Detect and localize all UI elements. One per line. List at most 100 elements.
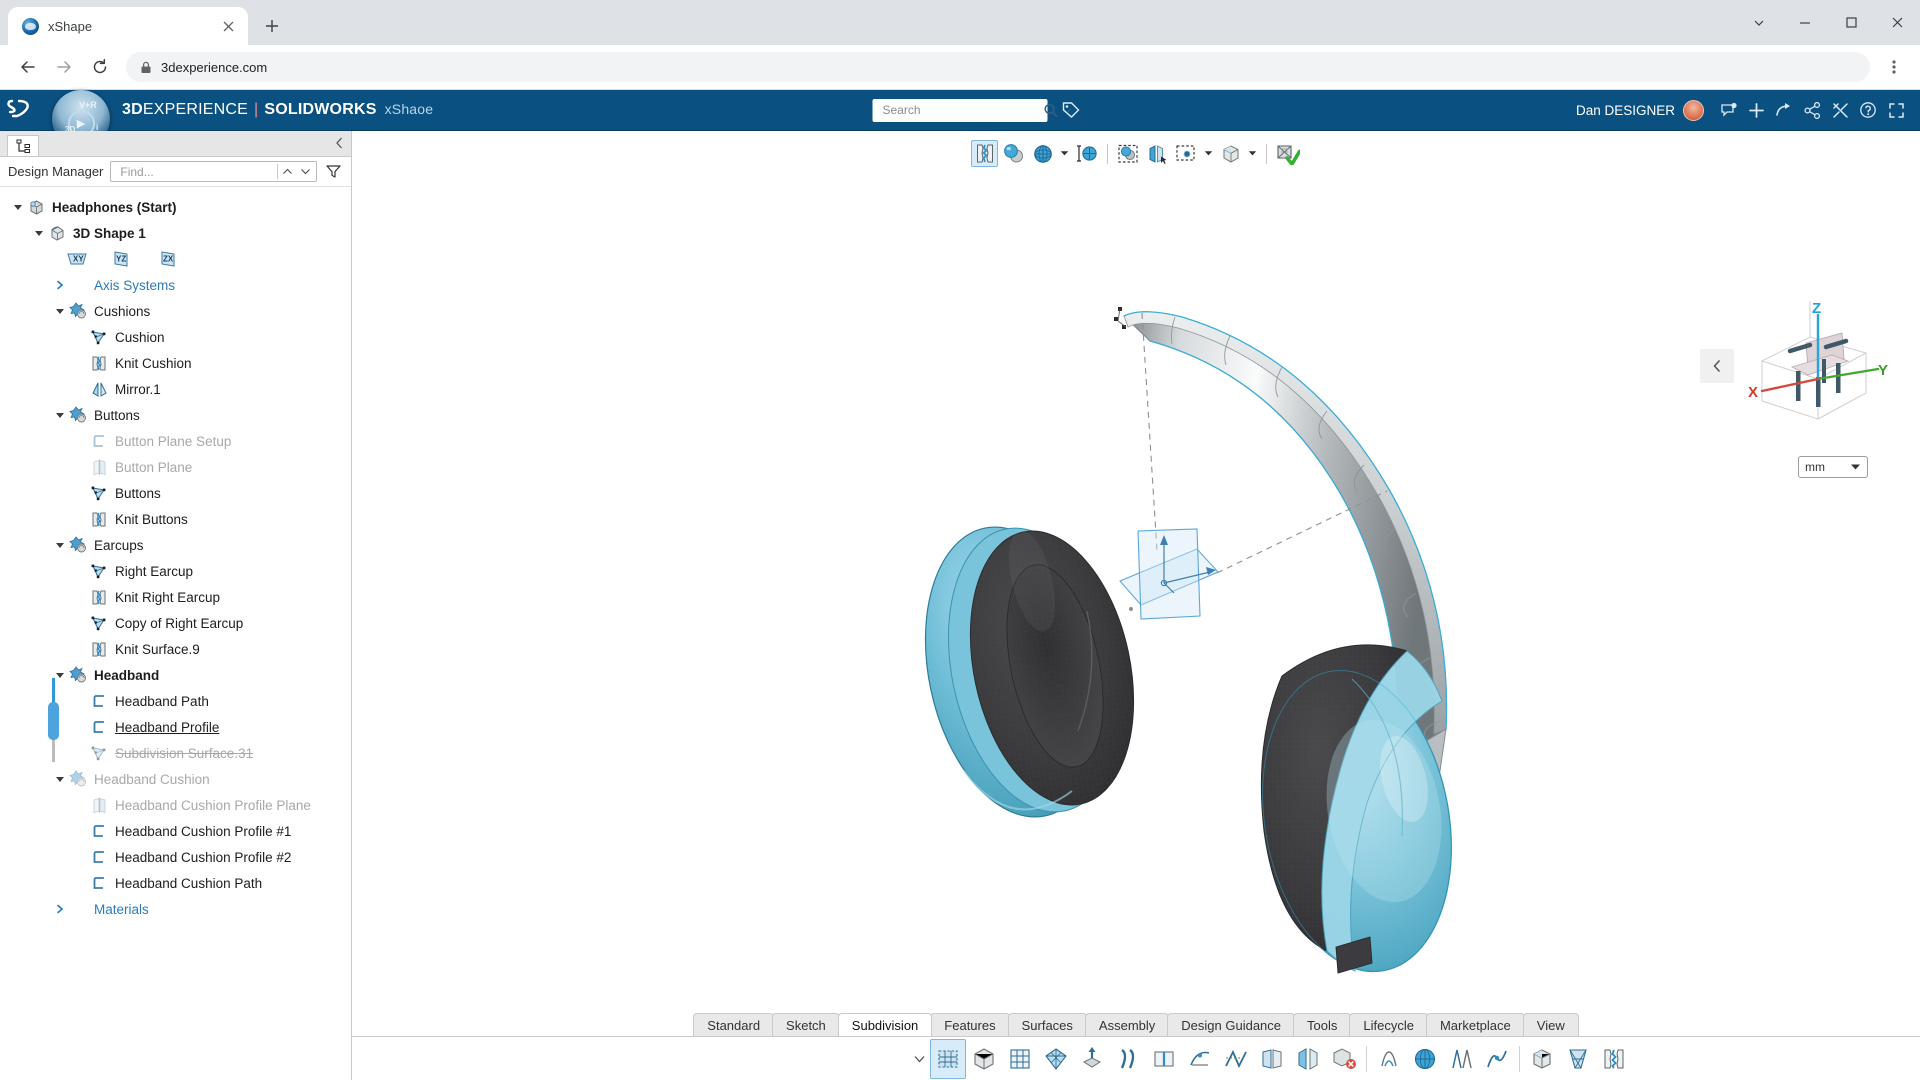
twisty-expanded-icon[interactable] xyxy=(31,228,46,238)
ribbon-tab-sketch[interactable]: Sketch xyxy=(772,1013,840,1036)
ribbon-tab-subdivision[interactable]: Subdivision xyxy=(838,1013,933,1036)
tree-item-subdivision-surface-31[interactable]: Subdivision Surface.31 xyxy=(0,740,351,766)
crease-tool[interactable] xyxy=(1218,1039,1254,1079)
add-icon[interactable] xyxy=(1742,96,1770,124)
units-select[interactable]: mm xyxy=(1798,456,1868,478)
3dexperience-compass-icon[interactable]: ▶ 3D i V+R xyxy=(46,90,112,131)
delete-face-tool[interactable] xyxy=(1326,1039,1362,1079)
twisty-collapsed-icon[interactable] xyxy=(52,280,67,290)
twisty-expanded-icon[interactable] xyxy=(52,774,67,784)
3ds-logo-icon[interactable] xyxy=(0,97,46,123)
tree-item-cushions[interactable]: Cushions xyxy=(0,298,351,324)
primitive-box-tool[interactable] xyxy=(966,1039,1002,1079)
search-input[interactable] xyxy=(881,102,1040,118)
tree-item-earcups[interactable]: Earcups xyxy=(0,532,351,558)
plane-xy-icon[interactable]: XY xyxy=(62,249,92,269)
tools-icon[interactable] xyxy=(1826,96,1854,124)
tree-item-right-earcup[interactable]: Right Earcup xyxy=(0,558,351,584)
sphere-deform-tool[interactable] xyxy=(1407,1039,1443,1079)
forward-arrow-icon[interactable] xyxy=(46,49,82,85)
chevron-down-icon[interactable] xyxy=(908,1055,930,1063)
twisty-expanded-icon[interactable] xyxy=(52,306,67,316)
vertical-dots-menu-icon[interactable] xyxy=(1878,51,1910,83)
tree-item-headband-cushion-profile-plane[interactable]: Headband Cushion Profile Plane xyxy=(0,792,351,818)
share-arrow-icon[interactable] xyxy=(1770,96,1798,124)
maximize-icon[interactable] xyxy=(1828,4,1874,42)
tree-item-cushion[interactable]: Cushion xyxy=(0,324,351,350)
window-close-icon[interactable] xyxy=(1874,4,1920,42)
tree-item-materials[interactable]: Materials xyxy=(0,896,351,922)
ribbon-tab-standard[interactable]: Standard xyxy=(693,1013,774,1036)
pinch-tool[interactable] xyxy=(1371,1039,1407,1079)
chevron-down-icon[interactable] xyxy=(1736,4,1782,42)
shaded-globe-tool[interactable] xyxy=(1029,140,1056,167)
tree-item-reference-planes[interactable]: XY YZ ZX xyxy=(0,246,351,272)
subdivide-mesh-tool[interactable] xyxy=(1038,1039,1074,1079)
search-box[interactable] xyxy=(873,99,1048,122)
fullscreen-icon[interactable] xyxy=(1882,96,1910,124)
chevron-left-icon[interactable] xyxy=(1700,349,1734,383)
tree-item-axis-systems[interactable]: Axis Systems xyxy=(0,272,351,298)
loft-tool[interactable] xyxy=(1560,1039,1596,1079)
browser-tab[interactable]: xShape xyxy=(8,7,248,45)
tree-item-knit-right-earcup[interactable]: Knit Right Earcup xyxy=(0,584,351,610)
slide-edge-tool[interactable] xyxy=(1182,1039,1218,1079)
tree-item-buttons[interactable]: Buttons xyxy=(0,480,351,506)
twisty-expanded-icon[interactable] xyxy=(52,670,67,680)
reload-icon[interactable] xyxy=(82,49,118,85)
flip-tool[interactable] xyxy=(1254,1039,1290,1079)
user-name[interactable]: Dan DESIGNER xyxy=(1576,103,1675,118)
tag-icon[interactable] xyxy=(1062,101,1081,120)
box-select-tool[interactable] xyxy=(1173,140,1200,167)
share-network-icon[interactable] xyxy=(1798,96,1826,124)
plane-zx-icon[interactable]: ZX xyxy=(152,249,182,269)
ribbon-tab-features[interactable]: Features xyxy=(930,1013,1009,1036)
tree-item-headphones-start[interactable]: Headphones (Start) xyxy=(0,194,351,220)
ribbon-tab-marketplace[interactable]: Marketplace xyxy=(1426,1013,1525,1036)
tree-item-headband-cushion-profile-1[interactable]: Headband Cushion Profile #1 xyxy=(0,818,351,844)
avatar[interactable] xyxy=(1683,100,1704,121)
grid-tool[interactable] xyxy=(1002,1039,1038,1079)
twisty-collapsed-icon[interactable] xyxy=(52,904,67,914)
tree-item-headband-path[interactable]: Headband Path xyxy=(0,688,351,714)
selection-filter-tool[interactable] xyxy=(1115,140,1142,167)
tree-item-headband[interactable]: Headband xyxy=(0,662,351,688)
chevron-down-icon[interactable] xyxy=(296,162,314,181)
mirror-tool[interactable] xyxy=(1290,1039,1326,1079)
chevron-down-icon[interactable] xyxy=(1202,150,1215,157)
tree-item-headband-profile[interactable]: Headband Profile xyxy=(0,714,351,740)
view-cube-tool[interactable] xyxy=(1217,140,1244,167)
search-icon[interactable] xyxy=(1044,103,1058,117)
align-tool[interactable] xyxy=(1443,1039,1479,1079)
tree-item-headband-cushion-profile-2[interactable]: Headband Cushion Profile #2 xyxy=(0,844,351,870)
chevron-down-icon[interactable] xyxy=(1850,463,1861,471)
display-style-tool[interactable] xyxy=(1000,140,1027,167)
minimize-icon[interactable] xyxy=(1782,4,1828,42)
new-tab-button[interactable] xyxy=(257,11,287,41)
convert-solid-tool[interactable] xyxy=(1524,1039,1560,1079)
orientation-triad[interactable]: Z Y X xyxy=(1732,301,1892,431)
tree-item-copy-of-right-earcup[interactable]: Copy of Right Earcup xyxy=(0,610,351,636)
tree-item-headband-cushion-path[interactable]: Headband Cushion Path xyxy=(0,870,351,896)
ribbon-tab-assembly[interactable]: Assembly xyxy=(1085,1013,1169,1036)
close-icon[interactable] xyxy=(218,16,238,36)
tree-item-mirror-1[interactable]: Mirror.1 xyxy=(0,376,351,402)
confirm-tool[interactable] xyxy=(1274,140,1301,167)
tree-item-button-plane[interactable]: Button Plane xyxy=(0,454,351,480)
chevron-down-icon[interactable] xyxy=(1058,150,1071,157)
transform-tool[interactable] xyxy=(1479,1039,1515,1079)
knit-surface-tool[interactable] xyxy=(971,140,998,167)
ribbon-tab-surfaces[interactable]: Surfaces xyxy=(1008,1013,1087,1036)
plane-yz-icon[interactable]: YZ xyxy=(105,249,139,269)
chevron-left-icon[interactable] xyxy=(331,135,347,151)
ribbon-tab-design-guidance[interactable]: Design Guidance xyxy=(1167,1013,1295,1036)
find-input-wrapper[interactable] xyxy=(110,161,317,182)
help-icon[interactable] xyxy=(1854,96,1882,124)
tree-item-button-plane-setup[interactable]: Button Plane Setup xyxy=(0,428,351,454)
back-arrow-icon[interactable] xyxy=(10,49,46,85)
tree-item-knit-surface-9[interactable]: Knit Surface.9 xyxy=(0,636,351,662)
chevron-up-icon[interactable] xyxy=(278,162,296,181)
find-input[interactable] xyxy=(118,164,277,180)
twisty-expanded-icon[interactable] xyxy=(52,540,67,550)
twisty-expanded-icon[interactable] xyxy=(52,410,67,420)
